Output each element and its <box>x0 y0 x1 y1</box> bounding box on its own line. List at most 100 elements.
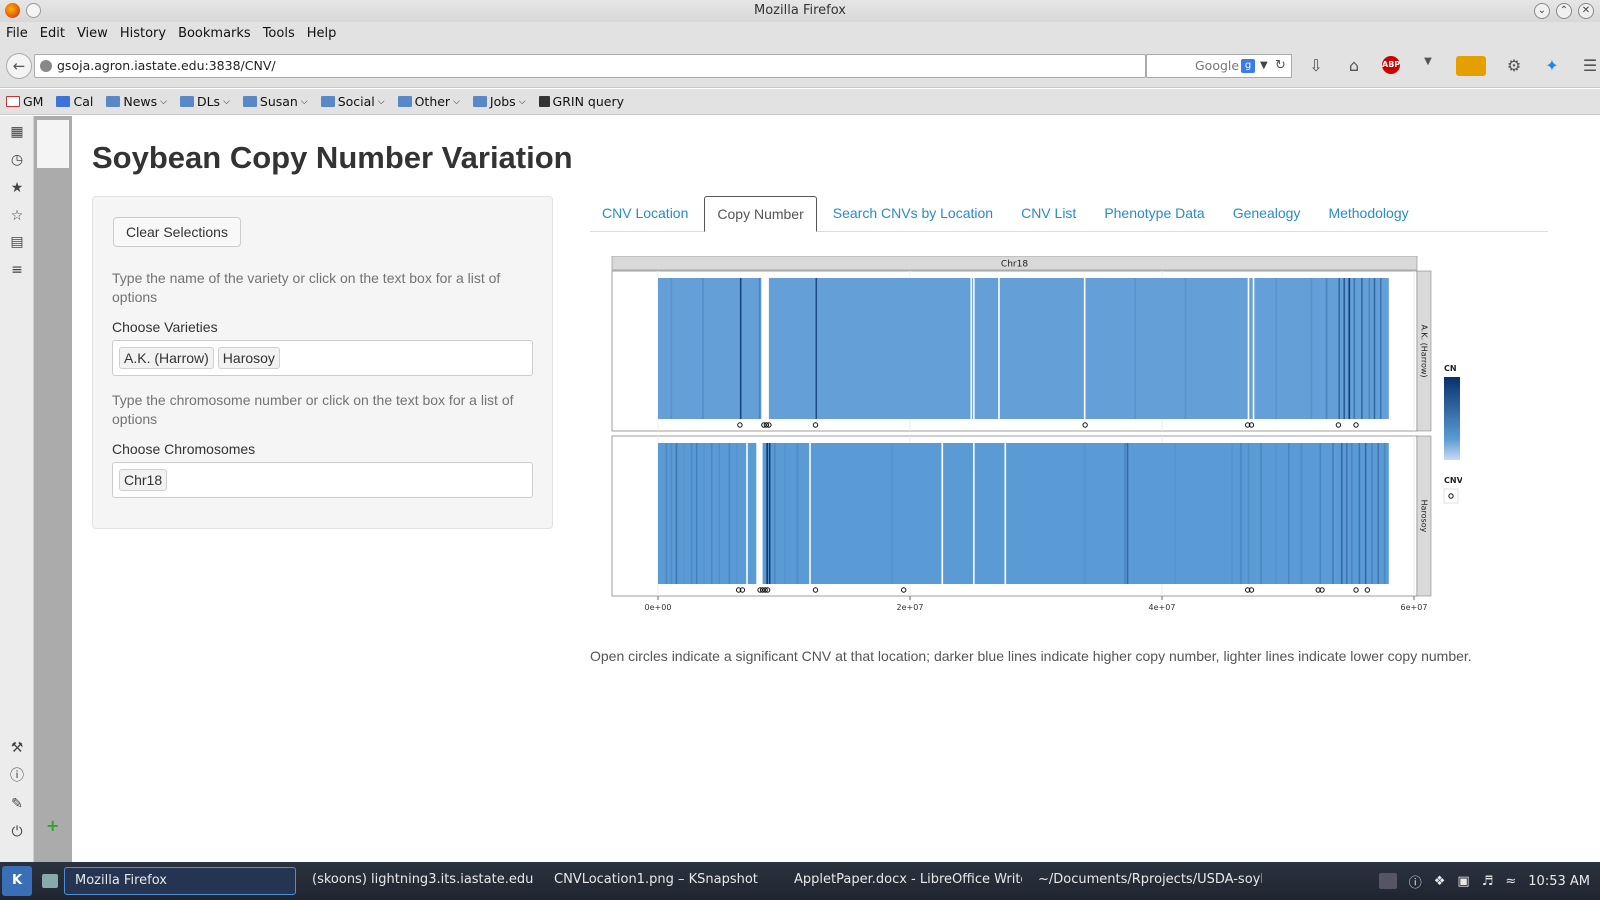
history-icon[interactable]: ◷ <box>9 152 25 168</box>
bookmark-label: Cal <box>73 94 94 109</box>
cn-line <box>675 443 678 584</box>
tab-search-cnvs-by-location[interactable]: Search CNVs by Location <box>821 196 1005 232</box>
download-icon[interactable]: ⇩ <box>1306 56 1326 76</box>
reader-icon[interactable]: ▤ <box>9 234 25 250</box>
cn-line <box>1368 278 1371 419</box>
pin-icon[interactable] <box>26 3 41 18</box>
task-ksnapshot[interactable]: CNVLocation1.png – KSnapshot <box>544 867 778 895</box>
bookmark-gm[interactable]: GM <box>6 94 43 109</box>
cn-line <box>1379 278 1382 419</box>
adblock-icon[interactable]: ABP <box>1382 56 1400 74</box>
bird-icon[interactable]: ✦ <box>1542 56 1562 76</box>
cn-line <box>1275 278 1277 419</box>
back-button[interactable]: ← <box>6 53 32 79</box>
variety-select[interactable]: A.K. (Harrow) Harosoy <box>112 340 533 376</box>
page-title: Soybean Copy Number Variation <box>92 140 573 175</box>
cn-line <box>970 278 973 419</box>
tab-cnv-list[interactable]: CNV List <box>1009 196 1088 232</box>
sidebar-panel: Clear Selections Type the name of the va… <box>92 196 553 529</box>
search-bar[interactable]: Google g ▼ ↻ <box>1146 54 1292 78</box>
plot-svg: Chr18 A.K. (Harrow) Harosoy 0e+00 2e+07 4e+07… <box>611 255 1504 612</box>
url-bar[interactable]: gsoja.agron.iastate.edu:3838/CNV/ <box>34 54 1146 78</box>
tab-genealogy[interactable]: Genealogy <box>1221 196 1313 232</box>
greasemonkey-icon[interactable] <box>1456 56 1486 76</box>
home-icon[interactable]: ⌂ <box>1344 56 1364 76</box>
cn-line <box>695 443 698 584</box>
cn-line <box>1319 443 1322 584</box>
bookmark-dls[interactable]: DLs ⌵ <box>179 94 230 109</box>
variety-tag[interactable]: A.K. (Harrow) <box>119 347 214 369</box>
bookmark-grin-query[interactable]: GRIN query <box>538 94 624 109</box>
tab-copy-number[interactable]: Copy Number <box>704 196 817 232</box>
bookmark-social[interactable]: Social ⌵ <box>320 94 385 109</box>
bookmark-other[interactable]: Other ⌵ <box>397 94 460 109</box>
grid-icon[interactable]: ▦ <box>9 124 25 140</box>
task-dolphin[interactable]: ~/Documents/Rprojects/USDA-soybea <box>1028 867 1262 895</box>
x-tick-label: 4e+07 <box>1149 603 1176 612</box>
monitor-icon[interactable] <box>1378 873 1397 889</box>
cn-line <box>1343 278 1346 419</box>
volume-icon[interactable]: ♬ <box>1482 874 1494 889</box>
bookmark-news[interactable]: News ⌵ <box>106 94 167 109</box>
klipper-icon[interactable]: ▣ <box>1457 874 1469 889</box>
bookmark-jobs[interactable]: Jobs ⌵ <box>472 94 526 109</box>
power-icon[interactable]: ⏻ <box>9 824 25 840</box>
cn-line <box>1373 278 1376 419</box>
info-tray-icon[interactable]: ⓘ <box>1409 872 1422 891</box>
chevron-down-icon[interactable]: ▼ <box>1260 55 1268 77</box>
dropbox-icon[interactable]: ❖ <box>1434 874 1446 889</box>
menu-icon[interactable]: ☰ <box>1580 56 1600 76</box>
rss-icon[interactable]: ≡ <box>9 262 25 278</box>
taskbar: K Mozilla Firefox (skoons) lightning3.it… <box>0 862 1600 900</box>
copy-number-plot: Chr18 A.K. (Harrow) Harosoy 0e+00 2e+07 4e+07… <box>602 255 1504 636</box>
side-panel-bar: ▦ ◷ ★ ☆ ▤ ≡ ⚒ ⓘ ✎ ⏻ <box>0 116 34 862</box>
tool-icon[interactable]: ✎ <box>9 796 25 812</box>
maximize-icon[interactable]: ⌃ <box>1556 3 1572 19</box>
info-icon[interactable]: ⓘ <box>9 768 25 784</box>
menu-bookmarks[interactable]: Bookmarks <box>178 26 251 41</box>
navigation-toolbar: ← gsoja.agron.iastate.edu:3838/CNV/ Goog… <box>0 44 1600 88</box>
add-icon[interactable]: + <box>46 816 59 835</box>
chevron-down-icon[interactable]: ▼ <box>1418 56 1438 76</box>
cn-line <box>670 278 673 419</box>
star-icon[interactable]: ★ <box>9 180 25 196</box>
tab-cnv-location[interactable]: CNV Location <box>590 196 700 232</box>
minimize-icon[interactable]: ⌄ <box>1534 3 1550 19</box>
reload-icon[interactable]: ↻ <box>1275 55 1286 77</box>
chromosome-tag[interactable]: Chr18 <box>119 469 168 491</box>
menu-view[interactable]: View <box>77 26 108 41</box>
task-firefox[interactable]: Mozilla Firefox <box>64 867 296 895</box>
menu-edit[interactable]: Edit <box>40 26 65 41</box>
cn-line <box>1275 443 1277 584</box>
menu-history[interactable]: History <box>120 26 166 41</box>
wifi-icon[interactable]: ≈ <box>1505 874 1516 889</box>
chevron-down-icon: ⌵ <box>300 96 308 107</box>
desktop-icon[interactable] <box>42 874 58 888</box>
cn-line <box>1083 443 1086 584</box>
cn-line <box>670 443 673 584</box>
clear-selections-button[interactable]: Clear Selections <box>113 217 241 247</box>
chromosome-select[interactable]: Chr18 <box>112 462 533 498</box>
plot-row-0: A.K. (Harrow) <box>611 270 1432 432</box>
variety-tag[interactable]: Harosoy <box>217 347 280 369</box>
row-label: A.K. (Harrow) <box>1420 324 1429 377</box>
menu-tools[interactable]: Tools <box>263 26 295 41</box>
task-libreoffice[interactable]: AppletPaper.docx - LibreOffice Writer <box>784 867 1022 895</box>
wrench-icon[interactable]: ⚒ <box>9 740 25 756</box>
bookmark-label: GM <box>23 94 44 109</box>
gear-icon[interactable]: ⚙ <box>1504 56 1524 76</box>
bookmark-susan[interactable]: Susan ⌵ <box>242 94 308 109</box>
cn-line <box>1351 443 1353 584</box>
menu-file[interactable]: File <box>6 26 28 41</box>
kde-menu-icon[interactable]: K <box>2 866 32 896</box>
menu-help[interactable]: Help <box>307 26 337 41</box>
cn-line <box>710 443 713 584</box>
tab-phenotype-data[interactable]: Phenotype Data <box>1092 196 1216 232</box>
close-icon[interactable]: ✕ <box>1578 3 1594 19</box>
tab-methodology[interactable]: Methodology <box>1316 196 1420 232</box>
star-outline-icon[interactable]: ☆ <box>9 208 25 224</box>
cn-line <box>703 443 705 584</box>
calendar-icon <box>56 96 71 107</box>
bookmark-cal[interactable]: Cal <box>56 94 93 109</box>
task-konsole[interactable]: (skoons) lightning3.its.iastate.edu – Ko <box>302 867 538 895</box>
